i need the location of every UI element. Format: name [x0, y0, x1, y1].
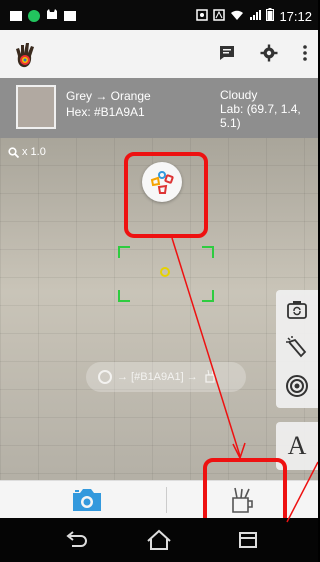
camera-tab-icon[interactable] [70, 487, 104, 513]
notification-icon [10, 10, 22, 21]
status-bar: 17:12 [0, 0, 318, 30]
flashlight-icon[interactable] [285, 336, 309, 360]
recents-icon[interactable] [234, 528, 262, 552]
android-nav-bar [0, 518, 318, 562]
image-notification-icon [64, 10, 76, 21]
signal-icon [249, 9, 262, 24]
clock: 17:12 [279, 8, 312, 24]
ring-icon [98, 370, 112, 384]
chat-icon[interactable] [218, 44, 236, 62]
more-vertical-icon[interactable] [302, 44, 308, 62]
hand-palette-logo-icon[interactable] [12, 40, 42, 70]
palette-button-highlight [124, 152, 208, 238]
magnifier-icon [8, 146, 19, 158]
android-icon [28, 9, 40, 22]
color-info-panel: Grey → Orange Hex: #B1A9A1 Cloudy Lab: (… [0, 78, 318, 138]
zoom-indicator[interactable]: x 1.0 [8, 146, 46, 158]
cat-icon [46, 8, 58, 23]
gear-icon[interactable] [260, 44, 278, 62]
app-toolbar [0, 30, 318, 79]
hint-text: → [#B1A9A1] → [117, 371, 198, 383]
target-reticle [118, 246, 214, 302]
color-hint-strip: → [#B1A9A1] → [86, 362, 246, 392]
color-lab: Lab: (69.7, 1.4, 5.1) [220, 102, 301, 130]
home-icon[interactable] [145, 528, 173, 552]
side-toolbar [276, 290, 318, 408]
gallery-icon [196, 8, 209, 24]
tab-divider [166, 487, 167, 513]
switch-camera-icon[interactable] [285, 298, 309, 322]
color-hex: Hex: #B1A9A1 [66, 105, 145, 119]
zoom-label: x 1.0 [22, 146, 46, 158]
battery-icon [266, 8, 275, 24]
color-swatch [16, 85, 56, 129]
color-name: Grey → Orange [66, 89, 151, 103]
back-icon[interactable] [62, 528, 90, 552]
nfc-icon [213, 8, 226, 24]
target-mode-icon[interactable] [285, 374, 309, 398]
wifi-icon [230, 9, 244, 24]
color-description: Cloudy [220, 88, 258, 102]
brush-cup-icon [203, 369, 217, 386]
reticle-center-icon [160, 267, 170, 277]
